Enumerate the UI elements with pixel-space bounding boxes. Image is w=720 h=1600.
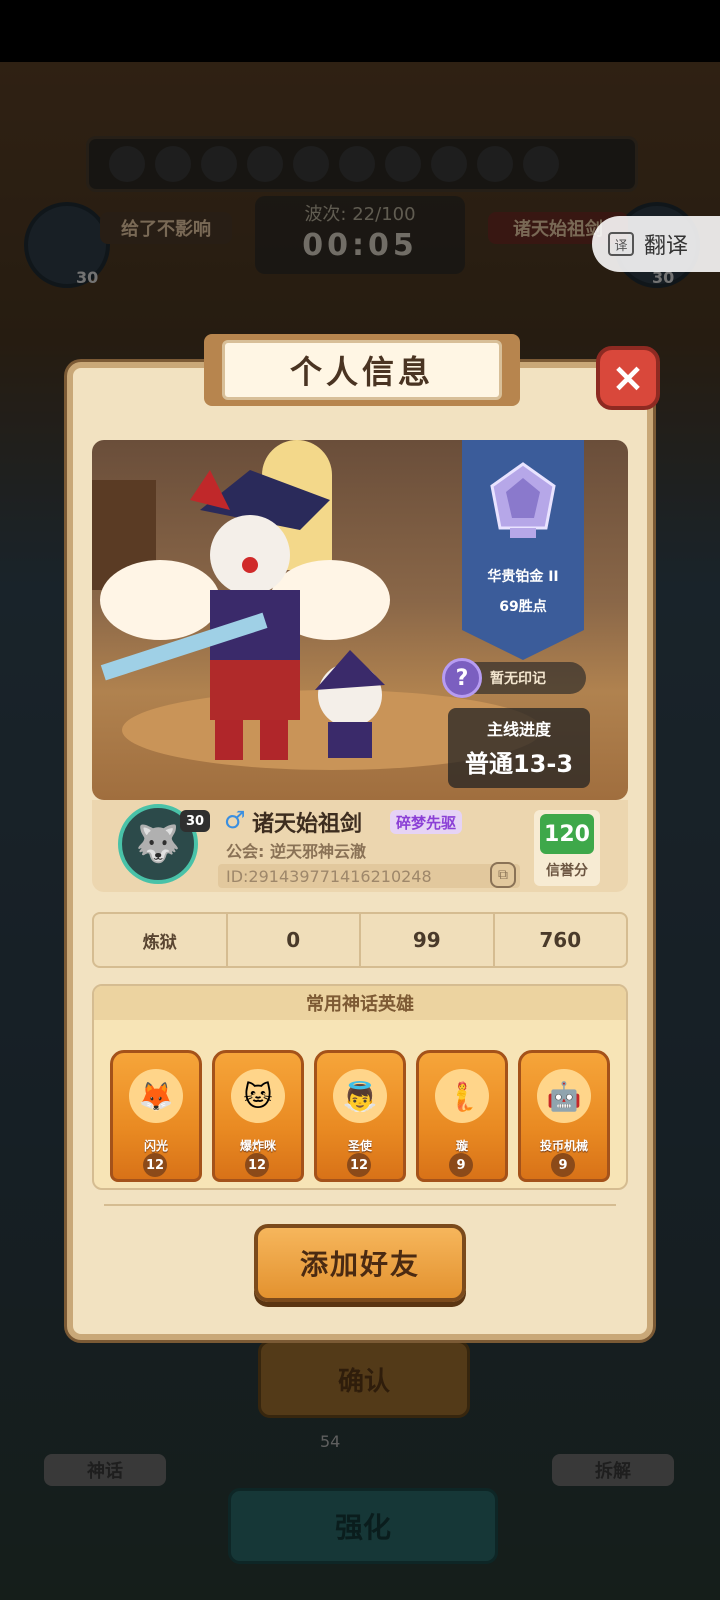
credit-score-box: 120 信誉分 [534,810,600,886]
translate-icon: 译 [608,232,634,256]
hero-card[interactable]: 🐱 爆炸咪 12 [212,1050,304,1182]
hero-name: 爆炸咪 [239,1139,276,1153]
mini-jester-body [328,722,372,758]
player-title-badge: 碎梦先驱 [390,810,463,834]
mermaid-icon: 🧜 [435,1069,489,1123]
progress-value: 普通13-3 [464,750,574,778]
hero-name: 投币机械 [539,1139,588,1153]
close-icon: × [611,355,645,401]
jester-hero-art [100,470,390,760]
jester-hat-red [190,470,230,510]
title-plate: 个人信息 [222,340,502,400]
player-id: ID:2914397714162102​48 [218,864,520,888]
stat-value: 99 [359,914,493,966]
hero-card[interactable]: 🧜 璇 9 [416,1050,508,1182]
credit-score-value: 120 [540,814,594,854]
left-wing [100,560,220,640]
stat-difficulty: 炼狱 [142,932,177,953]
stats-row: 炼狱 0 99 760 [92,912,628,968]
hero-card[interactable]: 👼 圣使 12 [314,1050,406,1182]
robot-icon: 🤖 [537,1069,591,1123]
left-boot [215,720,243,760]
status-bar [0,0,720,62]
mini-jester-hat [315,650,385,690]
stat-value: 0 [225,914,360,966]
player-name: 诸天始祖剑 [252,812,363,837]
guild-name: 公会: 逆天邪神云澈 [226,842,366,861]
modal-title: 个人信息 [289,353,434,391]
stat-value: 760 [492,914,627,966]
add-friend-button[interactable]: 添加好友 [254,1224,466,1302]
hero-level: 9 [551,1153,575,1177]
close-button[interactable]: × [596,346,660,410]
hero-level: 12 [143,1153,167,1177]
translate-button[interactable]: 译 翻译 [592,216,720,272]
angel-icon: 👼 [333,1069,387,1123]
copy-id-icon[interactable]: ⧉ [490,862,516,888]
rank-name: 华贵铂金 II [487,569,559,585]
fox-icon: 🦊 [129,1069,183,1123]
player-level-badge: 30 [180,810,210,832]
main-progress-panel: 主线进度 普通13-3 [448,708,590,788]
cat-icon: 🐱 [231,1069,285,1123]
rank-points: 69胜点 [499,599,547,615]
mark-badge[interactable]: ? 暂无印记 [442,658,586,698]
credit-score-label: 信誉分 [546,863,588,879]
hero-level: 9 [449,1153,473,1177]
hero-name: 璇 [455,1139,468,1153]
player-id-text: ID:2914397714162102​48 [226,866,432,886]
hero-name: 圣使 [347,1139,372,1153]
mark-text: 暂无印记 [490,671,546,687]
hero-name: 闪光 [143,1139,168,1153]
platinum-rank-icon [490,462,556,538]
translate-label: 翻译 [644,234,689,259]
heroes-header: 常用神话英雄 [94,986,626,1020]
progress-title: 主线进度 [486,720,551,739]
hero-level: 12 [347,1153,371,1177]
jester-pants [210,660,300,720]
right-boot [260,720,288,760]
question-mark-icon: ? [442,658,482,698]
heroes-title: 常用神话英雄 [306,994,414,1015]
hero-level: 12 [245,1153,269,1177]
hero-card[interactable]: 🦊 闪光 12 [110,1050,202,1182]
add-friend-label: 添加好友 [299,1248,420,1281]
wolf-icon: 🐺 [135,824,181,865]
male-gender-icon: ♂ [224,806,246,834]
divider [104,1204,616,1206]
hero-card[interactable]: 🤖 投币机械 9 [518,1050,610,1182]
rank-banner-tip [462,630,584,660]
clown-nose [242,557,258,573]
jester-face [210,515,290,595]
